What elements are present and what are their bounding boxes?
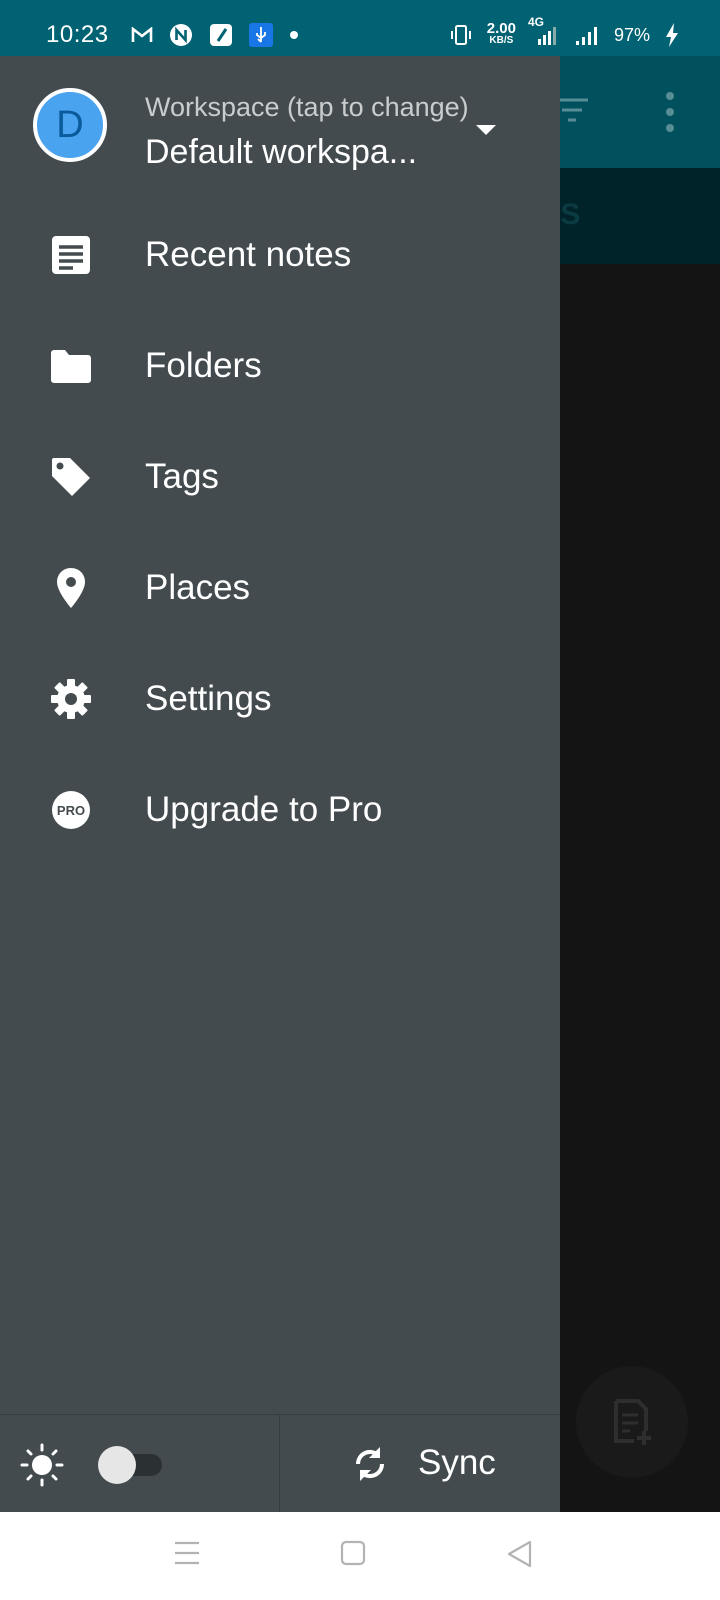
avatar: D <box>33 88 107 162</box>
new-note-icon <box>614 1399 651 1445</box>
net-speed: 2.00 KB/S <box>486 20 516 47</box>
pro-badge-icon: PRO <box>50 789 92 831</box>
new-note-fab[interactable] <box>576 1366 688 1478</box>
more-vert-icon[interactable] <box>664 90 676 139</box>
menu-item-upgrade-pro[interactable]: PRO Upgrade to Pro <box>0 754 560 865</box>
battery-percent: 97% <box>613 24 650 45</box>
gmail-icon <box>131 27 153 43</box>
gear-icon <box>50 678 92 720</box>
tag-icon <box>50 456 92 498</box>
sync-icon <box>350 1443 390 1490</box>
dot-icon <box>289 30 299 40</box>
workspace-selector[interactable]: D Workspace (tap to change) Default work… <box>0 56 560 186</box>
sun-icon <box>20 1443 64 1492</box>
sync-button[interactable]: Sync <box>280 1415 560 1513</box>
usb-icon <box>248 23 273 47</box>
drawer-menu: Recent notes Folders Tags Places Setting… <box>0 199 560 865</box>
charging-icon <box>664 22 680 48</box>
toggle-thumb <box>98 1446 136 1484</box>
workspace-name: Default workspa... <box>145 133 418 171</box>
back-icon[interactable] <box>506 1540 532 1573</box>
notification-icons <box>131 23 299 47</box>
menu-item-tags[interactable]: Tags <box>0 421 560 532</box>
menu-label: Upgrade to Pro <box>145 789 383 829</box>
menu-label: Folders <box>145 345 262 385</box>
system-nav-bar <box>0 1512 720 1600</box>
recent-notes-icon <box>50 234 92 276</box>
vibrate-icon <box>449 23 473 47</box>
pro-badge-text: PRO <box>57 803 85 818</box>
menu-label: Tags <box>145 456 219 496</box>
menu-item-folders[interactable]: Folders <box>0 310 560 421</box>
menu-label: Settings <box>145 678 272 718</box>
signal-icon: 4G <box>528 15 560 47</box>
menu-item-settings[interactable]: Settings <box>0 643 560 754</box>
menu-item-places[interactable]: Places <box>0 532 560 643</box>
net-speed-unit: KB/S <box>489 35 514 46</box>
navigation-drawer: D Workspace (tap to change) Default work… <box>0 56 560 1513</box>
dropdown-arrow-icon <box>476 124 496 142</box>
home-icon[interactable] <box>340 1540 366 1571</box>
recents-menu-icon[interactable] <box>174 1540 200 1571</box>
menu-label: Recent notes <box>145 234 352 274</box>
net-speed-value: 2.00 <box>486 20 516 37</box>
network-type: 4G <box>527 15 544 29</box>
status-time: 10:23 <box>46 21 109 48</box>
moon-icon <box>216 1445 246 1490</box>
signal-icon-2 <box>574 23 600 47</box>
sync-label: Sync <box>418 1443 496 1482</box>
dark-mode-toggle[interactable] <box>98 1446 164 1484</box>
menu-item-recent-notes[interactable]: Recent notes <box>0 199 560 310</box>
theme-switcher <box>0 1415 280 1513</box>
folder-icon <box>50 345 92 387</box>
menu-label: Places <box>145 567 251 607</box>
n-app-icon <box>169 23 193 47</box>
note-app-icon <box>209 23 233 47</box>
drawer-footer: Sync <box>0 1414 560 1513</box>
place-pin-icon <box>50 567 92 609</box>
workspace-label: Workspace (tap to change) <box>145 92 469 122</box>
